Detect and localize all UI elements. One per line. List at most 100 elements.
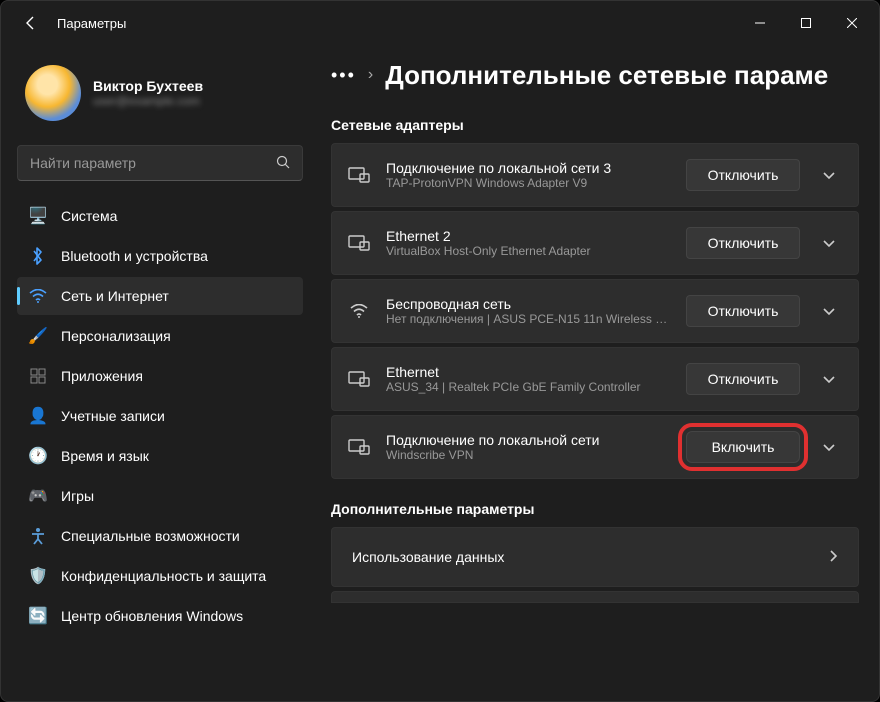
chevron-down-icon[interactable] [814,440,844,455]
nav-icon [29,367,47,385]
nav-item-4[interactable]: Приложения [17,357,303,395]
adapter-name: Ethernet 2 [386,228,672,244]
profile-section[interactable]: Виктор Бухтеев user@example.com [17,57,303,137]
content-area: Виктор Бухтеев user@example.com 🖥️ Систем… [1,45,879,701]
adapter-desc: ASUS_34 | Realtek PCIe GbE Family Contro… [386,380,672,394]
adapter-card: Подключение по локальной сети Windscribe… [331,415,859,479]
section-adapters-title: Сетевые адаптеры [331,117,859,133]
window-title: Параметры [57,16,126,31]
param-item[interactable]: Использование данных [331,527,859,587]
nav-item-3[interactable]: 🖌️ Персонализация [17,317,303,355]
adapter-info: Ethernet ASUS_34 | Realtek PCIe GbE Fami… [386,364,672,394]
chevron-down-icon[interactable] [814,168,844,183]
nav-item-2[interactable]: Сеть и Интернет [17,277,303,315]
adapter-card: Ethernet 2 VirtualBox Host-Only Ethernet… [331,211,859,275]
nav-icon [29,287,47,305]
ethernet-icon [346,166,372,184]
nav-item-10[interactable]: 🔄 Центр обновления Windows [17,597,303,635]
nav-label: Время и язык [61,448,149,464]
nav-label: Конфиденциальность и защита [61,568,266,584]
nav-item-5[interactable]: 👤 Учетные записи [17,397,303,435]
param-label: Использование данных [352,549,830,565]
adapter-toggle-button[interactable]: Отключить [686,363,800,395]
chevron-down-icon[interactable] [814,304,844,319]
nav-list: 🖥️ Система Bluetooth и устройства Сеть и Ин… [17,197,303,635]
search-input[interactable] [30,155,276,171]
adapter-toggle-button[interactable]: Отключить [686,159,800,191]
nav-icon: 🛡️ [29,567,47,585]
nav-icon: 🖌️ [29,327,47,345]
adapter-toggle-button[interactable]: Включить [686,431,800,463]
adapter-desc: Нет подключения | ASUS PCE-N15 11n Wirel… [386,312,672,326]
section-additional-title: Дополнительные параметры [331,501,859,517]
profile-name: Виктор Бухтеев [93,78,203,94]
breadcrumb-more-icon[interactable]: ••• [331,65,356,86]
partial-card [331,591,859,603]
nav-item-0[interactable]: 🖥️ Система [17,197,303,235]
nav-item-7[interactable]: 🎮 Игры [17,477,303,515]
profile-info: Виктор Бухтеев user@example.com [93,78,203,108]
adapter-desc: TAP-ProtonVPN Windows Adapter V9 [386,176,672,190]
chevron-down-icon[interactable] [814,372,844,387]
adapter-desc: Windscribe VPN [386,448,672,462]
back-button[interactable] [13,5,49,41]
nav-icon: 🎮 [29,487,47,505]
nav-icon [29,247,47,265]
nav-icon: 🔄 [29,607,47,625]
ethernet-icon [346,370,372,388]
breadcrumb-separator-icon: › [368,66,373,84]
adapter-toggle-button[interactable]: Отключить [686,227,800,259]
nav-label: Bluetooth и устройства [61,248,208,264]
main-panel: ••• › Дополнительные сетевые параме Сете… [311,45,879,701]
chevron-right-icon [830,549,838,565]
window-controls [737,7,875,39]
nav-item-9[interactable]: 🛡️ Конфиденциальность и защита [17,557,303,595]
nav-label: Приложения [61,368,143,384]
nav-icon: 🕐 [29,447,47,465]
maximize-button[interactable] [783,7,829,39]
settings-window: Параметры Виктор Бухтеев user@example.co… [0,0,880,702]
adapter-info: Подключение по локальной сети 3 TAP-Prot… [386,160,672,190]
nav-icon [29,527,47,545]
nav-item-8[interactable]: Специальные возможности [17,517,303,555]
ethernet-icon [346,304,372,318]
nav-icon: 👤 [29,407,47,425]
sidebar: Виктор Бухтеев user@example.com 🖥️ Систем… [1,45,311,701]
avatar [25,65,81,121]
page-title: Дополнительные сетевые параме [385,60,828,91]
nav-label: Персонализация [61,328,171,344]
adapter-name: Подключение по локальной сети 3 [386,160,672,176]
adapter-list: Подключение по локальной сети 3 TAP-Prot… [331,143,859,479]
nav-label: Система [61,208,117,224]
search-box[interactable] [17,145,303,181]
nav-item-6[interactable]: 🕐 Время и язык [17,437,303,475]
nav-label: Игры [61,488,94,504]
nav-label: Учетные записи [61,408,165,424]
titlebar: Параметры [1,1,879,45]
adapter-card: Ethernet ASUS_34 | Realtek PCIe GbE Fami… [331,347,859,411]
adapter-card: Подключение по локальной сети 3 TAP-Prot… [331,143,859,207]
adapter-desc: VirtualBox Host-Only Ethernet Adapter [386,244,672,258]
close-button[interactable] [829,7,875,39]
adapter-info: Ethernet 2 VirtualBox Host-Only Ethernet… [386,228,672,258]
nav-icon: 🖥️ [29,207,47,225]
adapter-name: Беспроводная сеть [386,296,672,312]
adapter-card: Беспроводная сеть Нет подключения | ASUS… [331,279,859,343]
adapter-name: Подключение по локальной сети [386,432,672,448]
nav-label: Центр обновления Windows [61,608,243,624]
nav-label: Специальные возможности [61,528,240,544]
chevron-down-icon[interactable] [814,236,844,251]
nav-item-1[interactable]: Bluetooth и устройства [17,237,303,275]
adapter-toggle-button[interactable]: Отключить [686,295,800,327]
breadcrumb: ••• › Дополнительные сетевые параме [331,45,859,105]
minimize-button[interactable] [737,7,783,39]
adapter-info: Подключение по локальной сети Windscribe… [386,432,672,462]
adapter-name: Ethernet [386,364,672,380]
nav-label: Сеть и Интернет [61,288,169,304]
search-icon [276,155,290,172]
profile-email: user@example.com [93,94,203,108]
adapter-info: Беспроводная сеть Нет подключения | ASUS… [386,296,672,326]
ethernet-icon [346,438,372,456]
ethernet-icon [346,234,372,252]
params-list: Использование данных [331,527,859,587]
